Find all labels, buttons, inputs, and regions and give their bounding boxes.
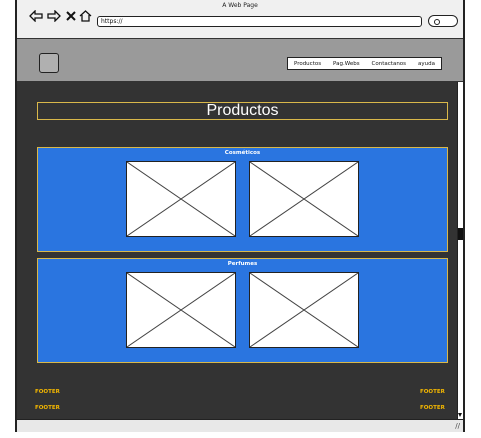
footer-right-1: FOOTER xyxy=(420,389,445,395)
section-label: Cosméticos xyxy=(224,150,261,156)
home-icon[interactable] xyxy=(79,10,92,24)
vertical-scrollbar[interactable] xyxy=(457,82,463,419)
resize-grip-icon[interactable]: // xyxy=(455,423,460,430)
menu-item-ayuda[interactable]: ayuda xyxy=(418,61,435,67)
menu-item-pag-webs[interactable]: Pag.Webs xyxy=(333,61,360,67)
back-arrow-icon[interactable] xyxy=(29,10,43,24)
scroll-down-icon[interactable] xyxy=(458,413,462,417)
status-bar: // xyxy=(17,419,463,432)
search-button[interactable] xyxy=(428,15,458,27)
image-placeholder[interactable] xyxy=(126,272,236,348)
browser-window: A Web Page https:// Productos Pag.Webs C… xyxy=(15,0,465,432)
menu-item-productos[interactable]: Productos xyxy=(294,61,321,67)
section-label: Perfumes xyxy=(227,261,258,267)
page-title: Productos xyxy=(37,102,448,120)
section-perfumes: Perfumes xyxy=(37,258,448,363)
window-title: A Web Page xyxy=(222,2,258,9)
nav-menu: Productos Pag.Webs Contactanos ayuda xyxy=(287,57,442,70)
image-placeholder[interactable] xyxy=(249,272,359,348)
close-icon[interactable] xyxy=(66,10,76,24)
site-header: Productos Pag.Webs Contactanos ayuda xyxy=(17,38,463,82)
image-placeholder[interactable] xyxy=(249,161,359,237)
forward-arrow-icon[interactable] xyxy=(47,10,61,24)
page-content: Productos Cosméticos Perfumes FOOTER FOO… xyxy=(17,82,457,419)
section-cosmeticos: Cosméticos xyxy=(37,147,448,252)
scrollbar-thumb[interactable] xyxy=(458,228,463,240)
footer-right-2: FOOTER xyxy=(420,405,445,411)
url-input[interactable]: https:// xyxy=(97,16,422,27)
logo-placeholder xyxy=(39,53,59,73)
menu-item-contactanos[interactable]: Contactanos xyxy=(372,61,407,67)
image-placeholder[interactable] xyxy=(126,161,236,237)
footer-left-2: FOOTER xyxy=(35,405,60,411)
footer-left-1: FOOTER xyxy=(35,389,60,395)
